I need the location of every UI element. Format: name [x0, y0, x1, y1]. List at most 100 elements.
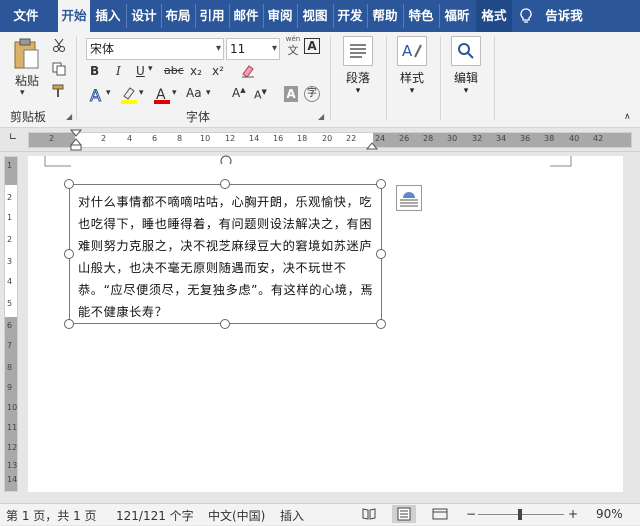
- superscript-button[interactable]: x²: [212, 64, 224, 78]
- copy-icon[interactable]: [52, 62, 66, 79]
- word-count[interactable]: 121/121 个字: [116, 507, 194, 524]
- collapse-ribbon-button[interactable]: ∧: [624, 112, 631, 122]
- chevron-down-icon[interactable]: ▾: [272, 39, 277, 59]
- tab-help[interactable]: 帮助: [368, 0, 402, 32]
- ruler-number: 30: [447, 134, 458, 143]
- change-case-button[interactable]: Aa: [186, 86, 202, 100]
- font-color-dropdown-arrow[interactable]: ▾: [172, 88, 177, 98]
- tab-format[interactable]: 格式: [476, 0, 512, 32]
- tab-foxit[interactable]: 福昕: [440, 0, 474, 32]
- tab-design[interactable]: 设计: [128, 0, 160, 32]
- rotation-handle[interactable]: [219, 155, 233, 172]
- underline-dropdown-arrow[interactable]: ▾: [148, 64, 153, 74]
- resize-handle-top-right[interactable]: [376, 179, 386, 189]
- tab-layout[interactable]: 布局: [162, 0, 194, 32]
- resize-handle-bottom-right[interactable]: [376, 319, 386, 329]
- font-size-combobox[interactable]: 11 ▾: [226, 38, 280, 60]
- clipboard-dialog-launcher[interactable]: ◢: [66, 112, 72, 121]
- vertical-ruler[interactable]: 1 2 1 2 3 4 5 6 7 8 9 10 11 12 13 14: [4, 156, 18, 492]
- font-color-icon[interactable]: A: [154, 86, 170, 107]
- format-painter-icon[interactable]: [52, 84, 66, 101]
- read-mode-icon[interactable]: [362, 508, 376, 523]
- grow-font-button[interactable]: A▲: [232, 86, 246, 100]
- cut-icon[interactable]: [52, 38, 66, 55]
- zoom-level[interactable]: 90%: [596, 507, 623, 521]
- paste-dropdown-arrow[interactable]: ▾: [20, 88, 25, 98]
- vruler-number: 8: [7, 363, 13, 372]
- styles-icon: A: [397, 36, 427, 66]
- tab-developer[interactable]: 开发: [334, 0, 366, 32]
- vruler-number: 2: [7, 193, 13, 202]
- font-dialog-launcher[interactable]: ◢: [318, 112, 324, 121]
- paste-icon[interactable]: [12, 38, 40, 73]
- tab-home[interactable]: 开始: [58, 0, 90, 32]
- tab-separator: [126, 4, 127, 28]
- print-layout-icon[interactable]: [392, 505, 416, 523]
- zoom-in-button[interactable]: +: [568, 507, 578, 521]
- page-count[interactable]: 第 1 页，共 1 页: [6, 507, 97, 524]
- horizontal-ruler[interactable]: 2 2 4 6 8 10 12 14 16 18 20 22 24 26 28 …: [28, 132, 632, 148]
- ruler-number: 32: [472, 134, 483, 143]
- vertical-scrollbar[interactable]: [628, 156, 640, 492]
- right-indent-marker[interactable]: [365, 140, 379, 154]
- group-separator: [386, 36, 387, 120]
- tab-references[interactable]: 引用: [196, 0, 228, 32]
- tab-special[interactable]: 特色: [404, 0, 438, 32]
- paragraph-button[interactable]: 段落 ▾: [340, 36, 376, 96]
- lightbulb-icon[interactable]: [520, 8, 532, 27]
- zoom-slider-thumb[interactable]: [518, 509, 522, 520]
- tab-mailings[interactable]: 邮件: [230, 0, 262, 32]
- resize-handle-bottom[interactable]: [220, 319, 230, 329]
- tab-file[interactable]: 文件: [4, 0, 48, 32]
- resize-handle-bottom-left[interactable]: [64, 319, 74, 329]
- vruler-number: 13: [7, 461, 18, 470]
- highlight-color-icon[interactable]: [120, 86, 138, 107]
- styles-button[interactable]: A 样式 ▾: [394, 36, 430, 96]
- resize-handle-top-left[interactable]: [64, 179, 74, 189]
- bold-button[interactable]: B: [90, 64, 99, 78]
- text-effects-icon[interactable]: A: [88, 86, 106, 107]
- clear-formatting-icon[interactable]: [240, 64, 256, 81]
- status-bar: 第 1 页，共 1 页 121/121 个字 中文(中国) 插入 − + 90%: [0, 503, 640, 525]
- chevron-down-icon: ▾: [409, 86, 415, 96]
- text-effects-dropdown-arrow[interactable]: ▾: [106, 88, 111, 98]
- vruler-number: 7: [7, 341, 13, 350]
- editing-button[interactable]: 编辑 ▾: [448, 36, 484, 96]
- language-indicator[interactable]: 中文(中国): [208, 507, 265, 524]
- highlight-dropdown-arrow[interactable]: ▾: [139, 88, 144, 98]
- vruler-number: 12: [7, 443, 18, 452]
- strikethrough-button[interactable]: abc: [164, 64, 184, 77]
- tab-selector[interactable]: ∟: [6, 132, 20, 146]
- underline-button[interactable]: U: [136, 64, 145, 78]
- change-case-dropdown-arrow[interactable]: ▾: [206, 88, 211, 98]
- shrink-font-button[interactable]: A▼: [254, 88, 267, 102]
- font-size-value: 11: [230, 42, 246, 56]
- tell-me-search[interactable]: 告诉我: [540, 0, 588, 32]
- chevron-down-icon[interactable]: ▾: [216, 39, 221, 59]
- tab-review[interactable]: 审阅: [264, 0, 296, 32]
- resize-handle-left[interactable]: [64, 249, 74, 259]
- layout-options-button[interactable]: [396, 185, 422, 211]
- enclose-characters-button[interactable]: 字: [304, 86, 320, 102]
- resize-handle-top[interactable]: [220, 179, 230, 189]
- tab-insert[interactable]: 插入: [92, 0, 124, 32]
- ruler-number: 2: [101, 134, 107, 143]
- resize-handle-right[interactable]: [376, 249, 386, 259]
- zoom-out-button[interactable]: −: [466, 507, 476, 521]
- italic-button[interactable]: I: [116, 64, 121, 78]
- subscript-button[interactable]: x₂: [190, 64, 202, 78]
- chevron-down-icon: ▾: [463, 86, 469, 96]
- insert-mode-indicator[interactable]: 插入: [280, 507, 304, 524]
- text-box[interactable]: 对什么事情都不嘀嘀咕咕，心胸开朗，乐观愉快，吃也吃得下，睡也睡得着，有问题则设法…: [69, 184, 382, 324]
- character-border-button[interactable]: A: [304, 38, 320, 54]
- font-name-combobox[interactable]: 宋体 ▾: [86, 38, 224, 60]
- ruler-number: 8: [177, 134, 183, 143]
- editing-label: 编辑: [453, 71, 478, 85]
- tab-view[interactable]: 视图: [298, 0, 332, 32]
- phonetic-guide-button[interactable]: wén 文: [284, 35, 302, 57]
- text-box-content[interactable]: 对什么事情都不嘀嘀咕咕，心胸开朗，乐观愉快，吃也吃得下，睡也睡得着，有问题则设法…: [78, 191, 376, 323]
- web-layout-icon[interactable]: [432, 508, 448, 523]
- first-line-indent-marker[interactable]: [69, 129, 83, 154]
- character-shading-button[interactable]: A: [284, 86, 298, 102]
- paste-button[interactable]: 粘贴: [12, 72, 42, 89]
